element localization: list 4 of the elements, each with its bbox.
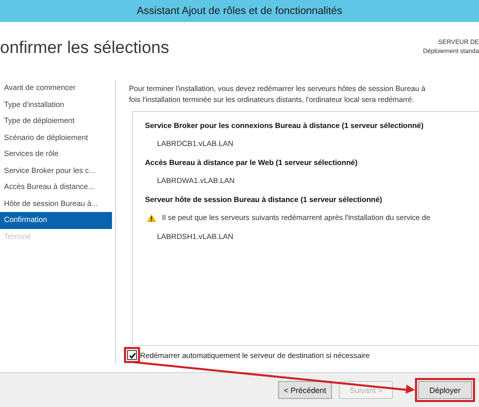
checkbox[interactable] — [127, 350, 137, 360]
window-title: Assistant Ajout de rôles et de fonctionnalités — [136, 5, 342, 17]
page-title: onfirmer les sélections — [0, 38, 170, 58]
warning-icon — [147, 214, 156, 222]
